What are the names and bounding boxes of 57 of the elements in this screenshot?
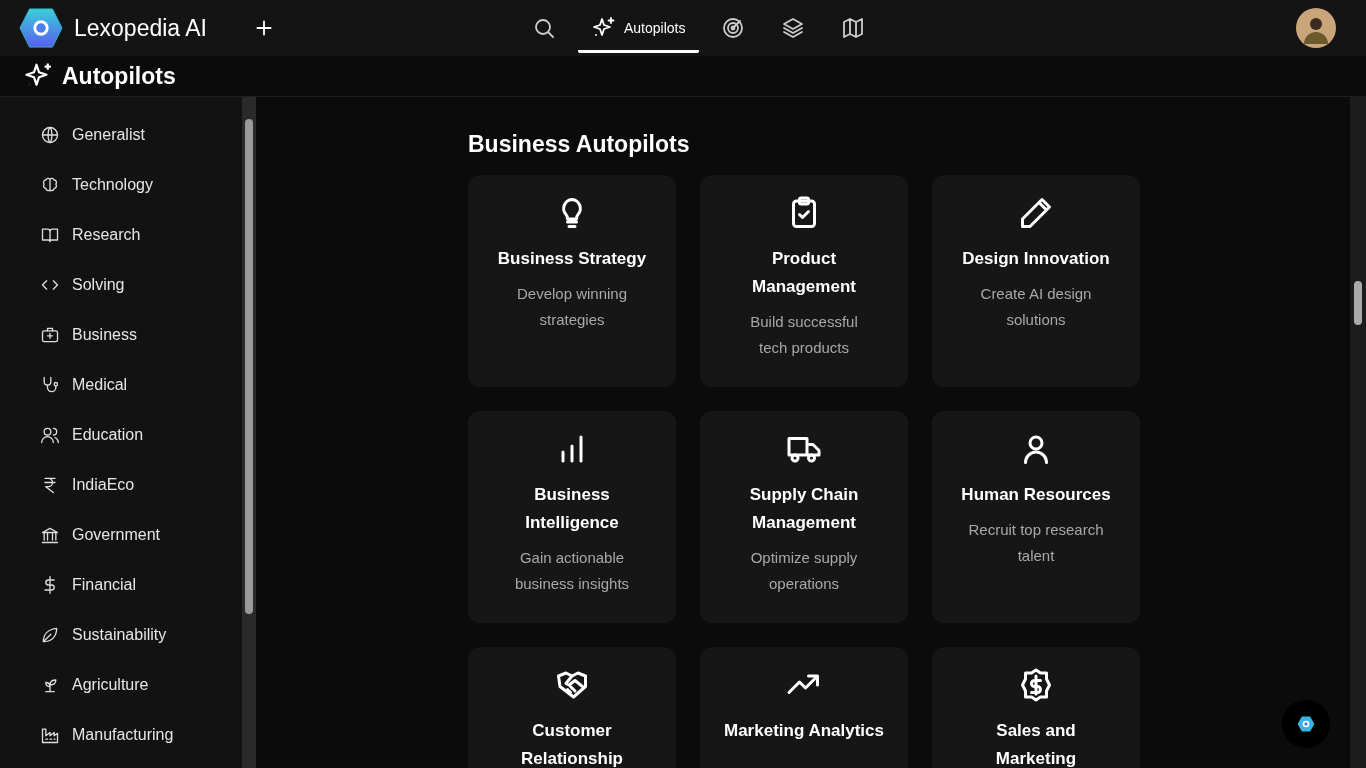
card-title: Supply Chain Management <box>748 484 860 534</box>
card-title: Design Innovation <box>962 248 1110 270</box>
autopilot-card[interactable]: Product Management Build successful tech products <box>700 175 908 387</box>
card-description: Create AI design solutions <box>979 284 1093 330</box>
card-description: Recruit top research talent <box>967 520 1105 566</box>
nav-tab[interactable]: Autopilots <box>578 5 700 53</box>
autopilot-card[interactable]: Marketing Analytics <box>700 647 908 768</box>
hexagon-logo-icon[interactable] <box>18 7 64 49</box>
card-title: Product Management <box>751 248 857 298</box>
card-title: Business Strategy <box>497 248 647 270</box>
globe-icon <box>40 125 60 145</box>
page-scrollbar[interactable] <box>1350 97 1366 768</box>
section-title: Business Autopilots <box>468 131 691 158</box>
bank-icon <box>40 525 60 545</box>
leaf-icon <box>40 625 60 645</box>
layers-icon <box>781 15 806 40</box>
card-title: Sales and Marketing <box>994 720 1078 768</box>
avatar[interactable] <box>1296 8 1336 48</box>
autopilot-card[interactable]: Business Strategy Develop winning strategies <box>468 175 676 387</box>
pencil-icon <box>1018 195 1054 231</box>
sidebar-item[interactable]: Education <box>40 424 242 446</box>
sidebar-item[interactable]: Sustainability <box>40 624 242 646</box>
card-title: Customer Relationship <box>520 720 624 768</box>
target-icon <box>721 15 746 40</box>
scrollbar[interactable] <box>242 97 256 768</box>
page-title: Autopilots <box>62 62 176 90</box>
sidebar-item[interactable]: Agriculture <box>40 674 242 696</box>
assistant-button[interactable] <box>1282 700 1330 748</box>
hexagon-logo-icon <box>1296 714 1316 734</box>
sidebar-item[interactable]: Manufacturing <box>40 724 242 746</box>
autopilot-card[interactable]: Business Intelligence Gain actionable business insights <box>468 411 676 623</box>
card-description: Build successful tech products <box>749 312 859 358</box>
card-title: Human Resources <box>961 484 1111 506</box>
autopilot-card[interactable]: Human Resources Recruit top research talent <box>932 411 1140 623</box>
card-title: Business Intelligence <box>524 484 620 534</box>
app-name: Lexopedia AI <box>74 14 207 42</box>
sidebar-item[interactable]: Medical <box>40 374 242 396</box>
dollar-badge-icon <box>1018 667 1054 703</box>
sidebar-item[interactable]: Government <box>40 524 242 546</box>
sidebar-item[interactable]: IndiaEco <box>40 474 242 496</box>
autopilot-card[interactable]: Sales and Marketing <box>932 647 1140 768</box>
autopilot-card[interactable]: Customer Relationship <box>468 647 676 768</box>
card-description: Gain actionable business insights <box>513 548 631 594</box>
users-icon <box>40 425 60 445</box>
sidebar-item[interactable]: Generalist <box>40 124 242 146</box>
sidebar-item[interactable]: Technology <box>40 174 242 196</box>
card-description: Optimize supply operations <box>749 548 859 594</box>
briefcase-icon <box>40 325 60 345</box>
autopilot-card[interactable]: Supply Chain Management Optimize supply operations <box>700 411 908 623</box>
sidebar-item[interactable]: Business <box>40 324 242 346</box>
card-title: Marketing Analytics <box>724 720 884 742</box>
sidebar-item[interactable]: Financial <box>40 574 242 596</box>
sidebar-item[interactable]: Research <box>40 224 242 246</box>
map-icon <box>841 15 866 40</box>
sidebar-item[interactable]: Solving <box>40 274 242 296</box>
autopilot-card[interactable]: Design Innovation Create AI design solutions <box>932 175 1140 387</box>
card-description: Develop winning strategies <box>515 284 629 330</box>
